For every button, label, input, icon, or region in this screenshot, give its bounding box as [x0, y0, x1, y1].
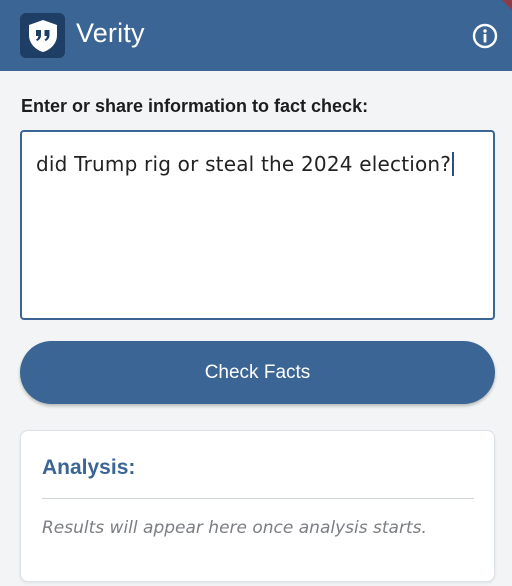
fact-check-input[interactable]: did Trump rig or steal the 2024 election… — [20, 130, 495, 320]
analysis-placeholder: Results will appear here once analysis s… — [42, 518, 427, 538]
app-header: Verity — [0, 0, 512, 71]
info-icon — [472, 23, 498, 49]
check-facts-button[interactable]: Check Facts — [20, 341, 495, 404]
analysis-divider — [42, 498, 474, 499]
analysis-card: Analysis: Results will appear here once … — [20, 430, 495, 582]
shield-quote-icon — [28, 19, 57, 52]
app-title: Verity — [76, 18, 145, 48]
app-logo — [20, 13, 65, 58]
fact-check-prompt-label: Enter or share information to fact check… — [21, 96, 369, 116]
analysis-title: Analysis: — [42, 456, 136, 479]
text-caret — [452, 152, 455, 176]
window-corner-mark — [502, 0, 512, 10]
fact-check-input-text: did Trump rig or steal the 2024 election… — [36, 152, 452, 176]
app-window: Verity Enter or share information to fac… — [0, 0, 512, 586]
info-button[interactable] — [472, 23, 498, 49]
